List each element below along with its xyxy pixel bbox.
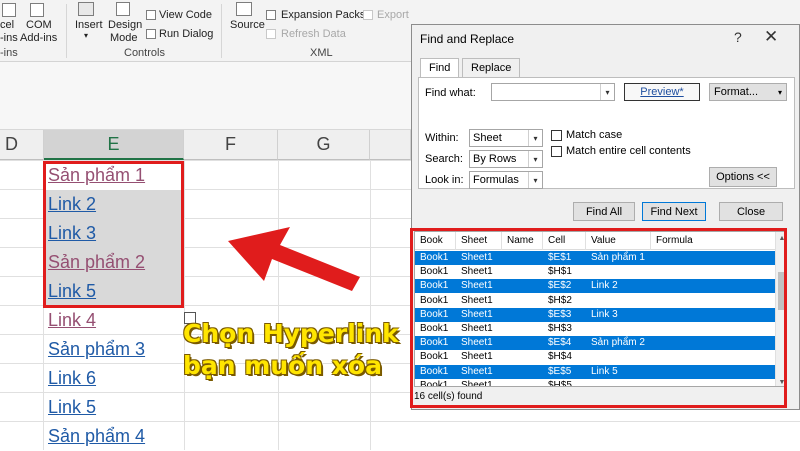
cell-e9[interactable]: Link 5 [44, 393, 183, 422]
annotation-line-2: bạn muốn xóa [183, 351, 382, 380]
preview-button[interactable]: Preview* [624, 83, 700, 101]
find-tab-panel: Find what: ▾ Preview* Format... ▾ Within:… [418, 77, 795, 189]
run-dialog-button[interactable]: Run Dialog [159, 28, 213, 40]
column-header-e[interactable]: E [44, 130, 184, 160]
lookin-value: Formulas [473, 174, 519, 186]
column-header-blank[interactable] [370, 130, 411, 160]
cell-e10[interactable]: Sản phẩm 4 [44, 422, 183, 451]
gridline [278, 160, 279, 450]
excel-addins-label2[interactable]: -ins [0, 32, 18, 44]
design-mode-button-line2[interactable]: Mode [110, 32, 138, 44]
excel-addins-icon[interactable] [2, 3, 16, 17]
export-icon [363, 10, 373, 20]
tab-find[interactable]: Find [420, 58, 460, 79]
match-case-label[interactable]: Match case [566, 129, 622, 141]
ribbon-separator [66, 4, 67, 58]
find-what-input[interactable]: ▾ [491, 83, 615, 101]
com-addins-label[interactable]: COM [26, 19, 52, 31]
view-code-icon[interactable] [146, 10, 156, 20]
search-select[interactable]: By Rows ▾ [469, 150, 543, 168]
search-label: Search: [425, 153, 463, 165]
find-all-button[interactable]: Find All [573, 202, 635, 221]
refresh-data-button: Refresh Data [281, 28, 346, 40]
format-button[interactable]: Format... ▾ [709, 83, 787, 101]
match-entire-checkbox[interactable] [551, 146, 562, 157]
find-what-label: Find what: [425, 87, 476, 99]
format-button-label: Format... [714, 86, 759, 98]
design-mode-icon[interactable] [116, 2, 130, 16]
cell-e6[interactable]: Link 4 [44, 306, 183, 335]
column-header-d[interactable]: D [0, 130, 44, 160]
gridline [370, 160, 371, 450]
within-value: Sheet [473, 132, 502, 144]
results-highlight-box [410, 228, 787, 408]
within-label: Within: [425, 132, 459, 144]
lookin-label: Look in: [425, 174, 464, 186]
column-header-f[interactable]: F [184, 130, 278, 160]
chevron-down-icon[interactable]: ▾ [528, 151, 542, 167]
match-case-checkbox[interactable] [551, 130, 562, 141]
chevron-down-icon: ▾ [777, 87, 782, 97]
run-dialog-icon[interactable] [146, 29, 156, 39]
lookin-select[interactable]: Formulas ▾ [469, 171, 543, 189]
chevron-down-icon[interactable]: ▾ [600, 84, 614, 100]
source-icon[interactable] [236, 2, 252, 16]
expansion-packs-icon[interactable] [266, 10, 276, 20]
find-next-button[interactable]: Find Next [642, 202, 706, 221]
tab-replace[interactable]: Replace [462, 58, 521, 78]
within-select[interactable]: Sheet ▾ [469, 129, 543, 147]
refresh-data-icon [266, 29, 276, 39]
close-icon[interactable]: ✕ [764, 27, 778, 47]
cell-e8[interactable]: Link 6 [44, 364, 183, 393]
insert-dropdown-icon[interactable]: ▾ [84, 31, 88, 40]
xml-group-label: XML [310, 47, 333, 59]
insert-control-icon[interactable] [78, 2, 94, 16]
export-button: Export [377, 9, 409, 21]
ribbon-separator [221, 4, 222, 58]
dialog-title: Find and Replace [420, 32, 515, 46]
source-button[interactable]: Source [230, 19, 265, 31]
com-addins-label2[interactable]: Add-ins [20, 32, 57, 44]
chevron-down-icon[interactable]: ▾ [528, 130, 542, 146]
options-button[interactable]: Options << [709, 167, 777, 187]
match-entire-label[interactable]: Match entire cell contents [566, 145, 691, 157]
chevron-down-icon[interactable]: ▾ [528, 172, 542, 188]
search-value: By Rows [473, 153, 517, 165]
annotation-line-1: Chọn Hyperlink [183, 319, 399, 348]
close-button[interactable]: Close [719, 202, 783, 221]
controls-group-label: Controls [124, 47, 165, 59]
view-code-button[interactable]: View Code [159, 9, 212, 21]
column-header-g[interactable]: G [278, 130, 370, 160]
cell-e7[interactable]: Sản phẩm 3 [44, 335, 183, 364]
selection-highlight-box [43, 161, 184, 308]
annotation-caption: Chọn Hyperlink bạn muốn xóa [183, 318, 399, 382]
addins-group-label: -ins [0, 47, 18, 59]
com-addins-icon[interactable] [30, 3, 44, 17]
pointer-arrow-icon [228, 227, 360, 291]
excel-addins-label[interactable]: cel [0, 19, 14, 31]
help-icon[interactable]: ? [734, 29, 742, 45]
design-mode-button[interactable]: Design [108, 19, 142, 31]
expansion-packs-button[interactable]: Expansion Packs [281, 9, 365, 21]
insert-button[interactable]: Insert [75, 19, 103, 31]
gridline [184, 160, 185, 450]
